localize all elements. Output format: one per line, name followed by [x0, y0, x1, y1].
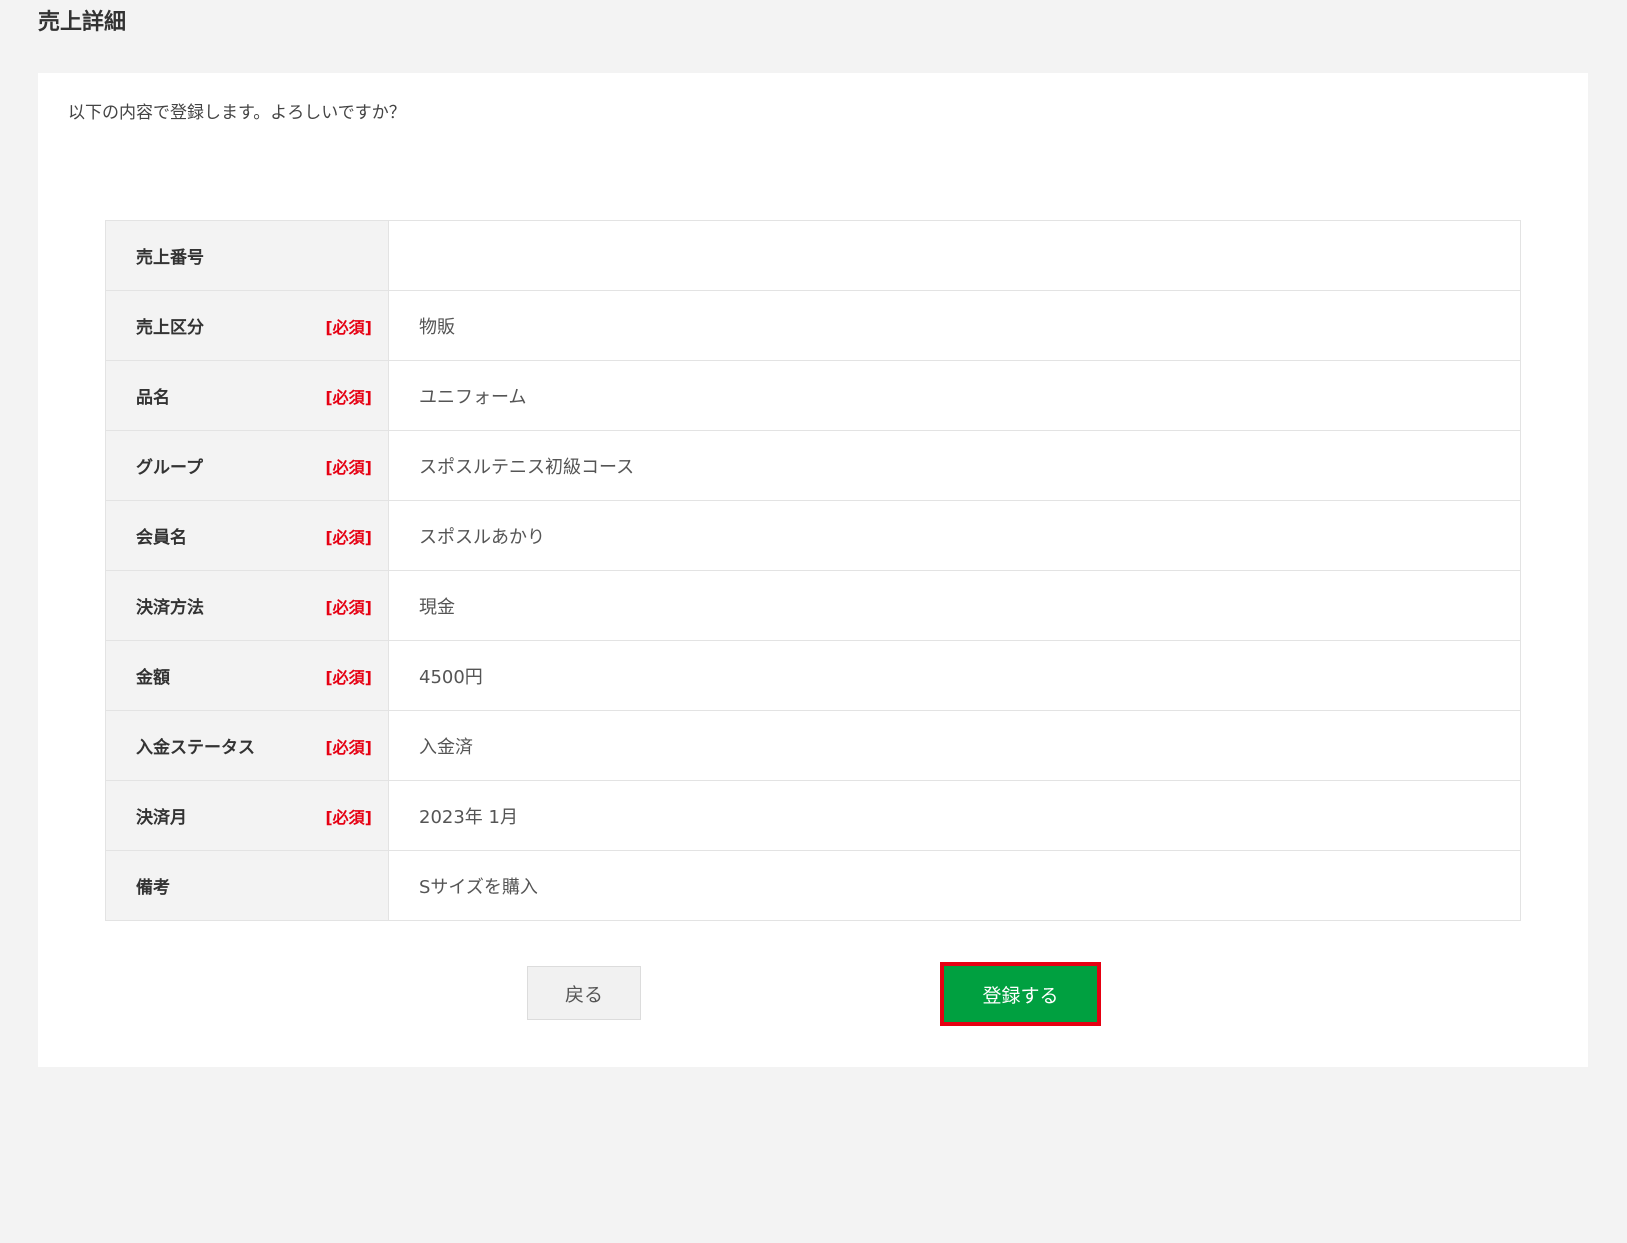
- required-badge: [必須]: [325, 317, 372, 337]
- table-row-group: グループ [必須] スポスルテニス初級コース: [105, 430, 1521, 501]
- row-label: 金額: [136, 668, 170, 688]
- page-title: 売上詳細: [38, 10, 127, 35]
- row-label: 会員名: [136, 528, 187, 548]
- required-badge: [必須]: [325, 807, 372, 827]
- table-row-remarks: 備考 Sサイズを購入: [105, 850, 1521, 921]
- row-value: 物販: [388, 290, 1521, 361]
- sales-detail-table: 売上番号 売上区分 [必須] 物販 品名 [必須] ユニフォーム グループ [必…: [105, 220, 1521, 921]
- row-value: [389, 221, 1521, 291]
- row-value: 現金: [388, 570, 1521, 641]
- required-badge: [必須]: [325, 387, 372, 407]
- table-row-payment-month: 決済月 [必須] 2023年 1月: [105, 780, 1521, 851]
- table-row-payment-status: 入金ステータス [必須] 入金済: [105, 710, 1521, 781]
- table-row-payment-method: 決済方法 [必須] 現金: [105, 570, 1521, 641]
- row-value: ユニフォーム: [388, 360, 1521, 431]
- table-row-item-name: 品名 [必須] ユニフォーム: [105, 360, 1521, 431]
- confirm-card: 以下の内容で登録します。よろしいですか？ 売上番号 売上区分 [必須] 物販 品…: [38, 73, 1588, 1067]
- row-value: スポスルあかり: [388, 500, 1521, 571]
- table-row-sales-category: 売上区分 [必須] 物販: [105, 290, 1521, 361]
- row-label: 売上区分: [136, 318, 204, 338]
- row-label-cell: 会員名 [必須]: [105, 500, 389, 571]
- row-label-cell: 備考: [105, 850, 389, 921]
- row-value: スポスルテニス初級コース: [388, 430, 1521, 501]
- row-label: グループ: [136, 458, 203, 478]
- row-value: 入金済: [388, 710, 1521, 781]
- row-label-cell: 入金ステータス [必須]: [105, 710, 389, 781]
- row-label-cell: グループ [必須]: [105, 430, 389, 501]
- row-label-cell: 決済方法 [必須]: [105, 570, 389, 641]
- table-row-amount: 金額 [必須] 4500円: [105, 640, 1521, 711]
- row-label-cell: 売上番号: [105, 220, 389, 291]
- row-value: 4500円: [388, 640, 1521, 711]
- row-label: 入金ステータス: [136, 738, 255, 758]
- submit-highlight: 登録する: [940, 962, 1101, 1026]
- required-badge: [必須]: [325, 667, 372, 687]
- confirm-message: 以下の内容で登録します。よろしいですか？: [68, 103, 406, 123]
- row-label: 品名: [136, 388, 170, 408]
- row-label: 売上番号: [136, 248, 204, 268]
- row-label: 決済月: [136, 808, 187, 828]
- required-badge: [必須]: [325, 457, 372, 477]
- row-value: 2023年 1月: [388, 780, 1521, 851]
- table-row-sales-number: 売上番号: [105, 220, 1521, 291]
- table-row-member-name: 会員名 [必須] スポスルあかり: [105, 500, 1521, 571]
- row-value: Sサイズを購入: [388, 850, 1521, 921]
- row-label: 決済方法: [136, 598, 204, 618]
- back-button[interactable]: 戻る: [527, 966, 641, 1020]
- required-badge: [必須]: [325, 527, 372, 547]
- row-label-cell: 金額 [必須]: [105, 640, 389, 711]
- row-label-cell: 売上区分 [必須]: [105, 290, 389, 361]
- row-label-cell: 品名 [必須]: [105, 360, 389, 431]
- submit-button[interactable]: 登録する: [944, 966, 1097, 1022]
- row-label-cell: 決済月 [必須]: [105, 780, 389, 851]
- required-badge: [必須]: [325, 597, 372, 617]
- required-badge: [必須]: [325, 737, 372, 757]
- row-label: 備考: [136, 878, 170, 898]
